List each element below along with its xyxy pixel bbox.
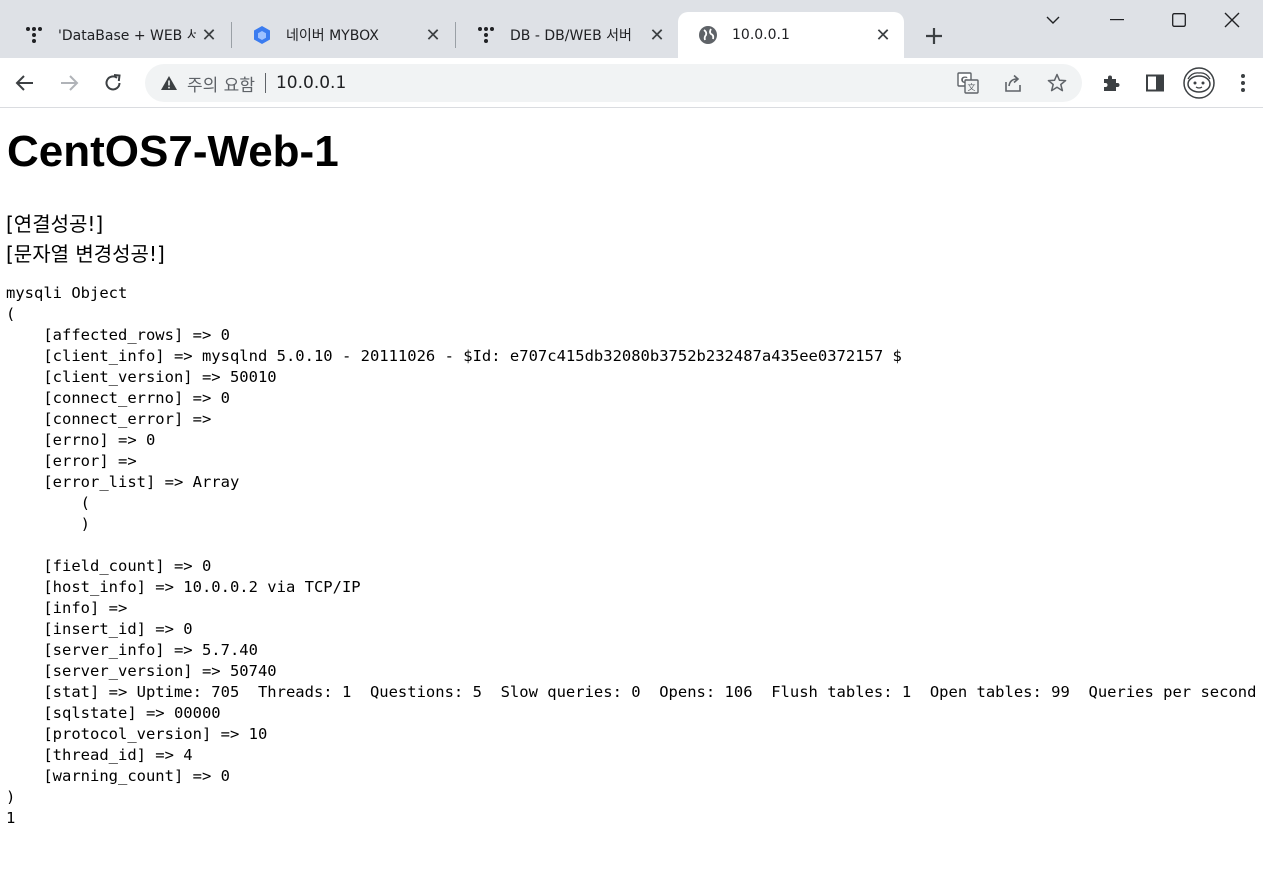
reload-icon bbox=[105, 74, 121, 91]
globe-icon bbox=[698, 25, 718, 45]
dump-line: ( bbox=[6, 305, 16, 323]
string-change-success-message: [문자열 변경성공!] bbox=[6, 242, 165, 266]
mysqli-dump: mysqli Object ( [affected_rows] => 0 [cl… bbox=[6, 283, 1263, 829]
tab-10-0-0-1[interactable]: 10.0.0.1 ✕ bbox=[678, 12, 904, 58]
divider bbox=[264, 73, 266, 93]
dump-line: mysqli Object bbox=[6, 284, 128, 302]
dump-line: [connect_error] => bbox=[6, 410, 212, 428]
dump-line: ) bbox=[6, 788, 16, 806]
browser-toolbar: 주의 요함 10.0.0.1 G文 bbox=[0, 58, 1263, 108]
close-icon[interactable]: ✕ bbox=[870, 22, 896, 48]
mybox-icon bbox=[252, 25, 272, 45]
tab-db-web-server[interactable]: DB - DB/WEB 서버 ✕ bbox=[456, 12, 678, 58]
tistory-icon bbox=[476, 25, 496, 45]
dump-line: [server_version] => 50740 bbox=[6, 662, 277, 680]
dump-line: ( bbox=[6, 494, 90, 512]
dump-line: [server_info] => 5.7.40 bbox=[6, 641, 258, 659]
new-tab-button[interactable] bbox=[918, 20, 950, 52]
tab-database-web[interactable]: 'DataBase + WEB 서 ✕ bbox=[4, 12, 230, 58]
connect-success-message: [연결성공!] bbox=[6, 212, 104, 236]
close-window-button[interactable] bbox=[1201, 0, 1263, 40]
dump-line: [stat] => Uptime: 705 Threads: 1 Questio… bbox=[6, 683, 1263, 701]
dump-line: ) bbox=[6, 515, 90, 533]
page-title: CentOS7-Web-1 bbox=[7, 127, 339, 176]
dump-line: [sqlstate] => 00000 bbox=[6, 704, 221, 722]
share-button[interactable] bbox=[996, 66, 1030, 100]
dump-line: 1 bbox=[6, 809, 16, 827]
tab-search-button[interactable] bbox=[1022, 0, 1084, 40]
tab-strip: 'DataBase + WEB 서 ✕ 네이버 MYBOX ✕ DB - DB/… bbox=[0, 0, 1263, 58]
reload-button[interactable] bbox=[96, 66, 130, 100]
forward-button[interactable] bbox=[52, 66, 86, 100]
dump-line: [connect_errno] => 0 bbox=[6, 389, 230, 407]
tistory-icon bbox=[24, 25, 44, 45]
tab-title: DB - DB/WEB 서버 bbox=[510, 28, 632, 44]
dump-line: [client_version] => 50010 bbox=[6, 368, 277, 386]
dump-line: [host_info] => 10.0.0.2 via TCP/IP bbox=[6, 578, 361, 596]
page-content: CentOS7-Web-1 [연결성공!] [문자열 변경성공!] mysqli… bbox=[0, 109, 1263, 877]
arrow-right-icon bbox=[61, 75, 79, 91]
menu-button[interactable] bbox=[1226, 66, 1260, 100]
bookmark-button[interactable] bbox=[1040, 66, 1074, 100]
avatar bbox=[1183, 67, 1215, 99]
arrow-left-icon bbox=[15, 75, 33, 91]
close-icon[interactable]: ✕ bbox=[196, 22, 222, 48]
address-bar[interactable]: 주의 요함 10.0.0.1 G文 bbox=[145, 64, 1082, 102]
minimize-icon bbox=[1110, 19, 1124, 21]
dump-line: [thread_id] => 4 bbox=[6, 746, 193, 764]
side-panel-button[interactable] bbox=[1138, 66, 1172, 100]
dump-line: [client_info] => mysqlnd 5.0.10 - 201110… bbox=[6, 347, 902, 365]
close-icon bbox=[1224, 12, 1240, 28]
chevron-down-icon bbox=[1046, 16, 1060, 24]
minimize-button[interactable] bbox=[1086, 0, 1148, 40]
tab-title: 10.0.0.1 bbox=[732, 27, 790, 43]
dump-line: [insert_id] => 0 bbox=[6, 620, 193, 638]
dump-line: [affected_rows] => 0 bbox=[6, 326, 230, 344]
close-icon[interactable]: ✕ bbox=[644, 22, 670, 48]
tab-title: 'DataBase + WEB 서 bbox=[58, 28, 196, 44]
svg-text:文: 文 bbox=[968, 82, 976, 92]
more-vert-icon bbox=[1241, 74, 1245, 92]
extensions-button[interactable] bbox=[1094, 66, 1128, 100]
warning-icon[interactable] bbox=[159, 73, 179, 93]
dump-line: [error] => bbox=[6, 452, 137, 470]
plus-icon bbox=[926, 28, 942, 44]
tab-naver-mybox[interactable]: 네이버 MYBOX ✕ bbox=[232, 12, 454, 58]
share-icon bbox=[1005, 74, 1021, 92]
profile-button[interactable] bbox=[1182, 66, 1216, 100]
dump-line: [errno] => 0 bbox=[6, 431, 156, 449]
dump-line: [error_list] => Array bbox=[6, 473, 240, 491]
dump-line: [protocol_version] => 10 bbox=[6, 725, 268, 743]
url-text[interactable]: 10.0.0.1 bbox=[276, 73, 346, 93]
close-icon[interactable]: ✕ bbox=[420, 22, 446, 48]
side-panel-icon bbox=[1146, 74, 1164, 92]
dump-line: [field_count] => 0 bbox=[6, 557, 212, 575]
maximize-icon bbox=[1172, 13, 1186, 27]
puzzle-icon bbox=[1104, 75, 1120, 91]
dump-line: [warning_count] => 0 bbox=[6, 767, 230, 785]
tab-title: 네이버 MYBOX bbox=[286, 28, 379, 44]
star-icon bbox=[1047, 73, 1067, 92]
security-status[interactable]: 주의 요함 bbox=[187, 71, 255, 96]
dump-line: [info] => bbox=[6, 599, 128, 617]
translate-button[interactable]: G文 bbox=[951, 66, 985, 100]
back-button[interactable] bbox=[8, 66, 42, 100]
translate-icon: G文 bbox=[957, 72, 979, 94]
